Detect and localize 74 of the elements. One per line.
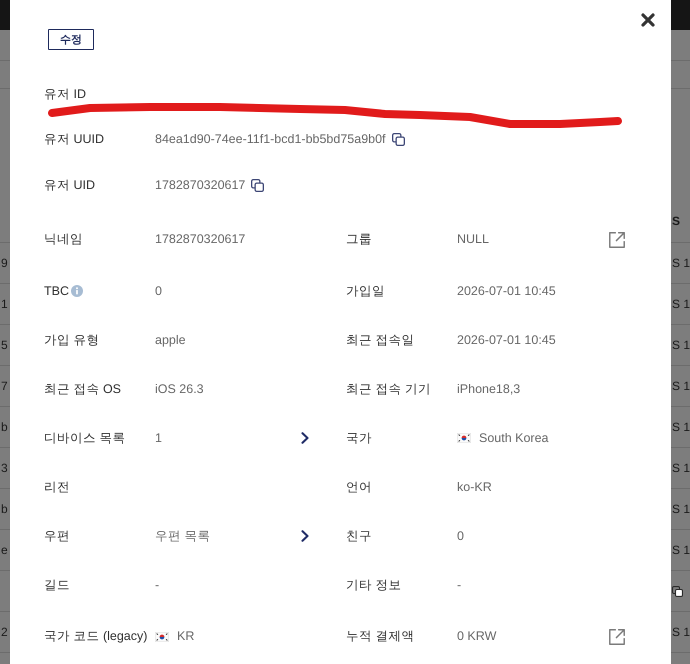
table-cell: S 1 bbox=[672, 502, 690, 516]
field-value: 1 bbox=[155, 430, 162, 447]
field-label: 가입 유형 bbox=[44, 332, 100, 349]
field-value: 0 KRW bbox=[457, 628, 496, 646]
field-label: 언어 bbox=[346, 478, 372, 496]
field-value: - bbox=[155, 576, 160, 594]
copy-button[interactable] bbox=[392, 133, 405, 146]
field-value: 0 bbox=[155, 282, 162, 300]
copy-icon bbox=[392, 133, 405, 146]
field-label: 가입일 bbox=[346, 282, 385, 300]
table-cell: S 1 bbox=[672, 297, 690, 311]
field-value: NULL bbox=[457, 231, 489, 248]
table-cell: S 1 bbox=[672, 420, 690, 434]
field-label: 국가 코드 (legacy) bbox=[44, 628, 148, 646]
field-value: - bbox=[457, 576, 462, 594]
close-icon bbox=[641, 13, 655, 27]
table-cell: S 1 bbox=[672, 256, 690, 270]
field-value: iOS 26.3 bbox=[155, 380, 204, 398]
chevron-right-icon bbox=[301, 530, 309, 542]
field-value: 2026-07-01 10:45 bbox=[457, 282, 556, 300]
close-button[interactable] bbox=[641, 13, 655, 27]
details-button[interactable] bbox=[301, 432, 309, 444]
field-label: 우편 bbox=[44, 528, 70, 545]
field-label: 최근 접속 기기 bbox=[346, 380, 431, 398]
field-value: South Korea bbox=[479, 430, 548, 447]
field-value: 84ea1d90-74ee-11f1-bcd1-bb5bd75a9b0f bbox=[155, 131, 386, 148]
field-label: 닉네임 bbox=[44, 231, 83, 248]
field-label: 유저 ID bbox=[44, 86, 86, 104]
field-value: 0 bbox=[457, 528, 464, 545]
edit-button[interactable]: 수정 bbox=[48, 29, 94, 50]
field-label: 최근 접속 OS bbox=[44, 380, 122, 398]
chevron-right-icon bbox=[301, 432, 309, 444]
table-cell: S 1 bbox=[672, 461, 690, 475]
table-cell: S 1 bbox=[672, 379, 690, 393]
table-cell: 2 bbox=[1, 625, 8, 639]
table-cell: 3 bbox=[1, 461, 8, 475]
table-cell: 1 bbox=[1, 297, 8, 311]
field-label: 디바이스 목록 bbox=[44, 430, 126, 447]
field-value: 1782870320617 bbox=[155, 231, 246, 248]
backdrop-header-bar bbox=[0, 0, 10, 30]
field-value: apple bbox=[155, 332, 186, 349]
field-label: 유저 UUID bbox=[44, 131, 104, 148]
table-cell: 7 bbox=[1, 379, 8, 393]
table-cell: S 1 bbox=[672, 625, 690, 639]
field-value: 1782870320617 bbox=[155, 176, 246, 194]
field-label: TBC bbox=[44, 282, 69, 300]
field-label: 리전 bbox=[44, 478, 70, 496]
field-value: KR bbox=[177, 628, 194, 646]
field-value: ko-KR bbox=[457, 478, 492, 496]
table-cell: S 1 bbox=[672, 338, 690, 352]
table-cell: 5 bbox=[1, 338, 8, 352]
field-value: iPhone18,3 bbox=[457, 380, 520, 398]
field-value: 2026-07-01 10:45 bbox=[457, 332, 556, 349]
field-label: 그룹 bbox=[346, 231, 372, 248]
field-label: 누적 결제액 bbox=[346, 628, 414, 646]
field-label: 친구 bbox=[346, 528, 372, 545]
copy-button[interactable] bbox=[251, 178, 264, 192]
copy-icon bbox=[251, 178, 264, 192]
column-header: S bbox=[672, 214, 680, 228]
table-cell: b bbox=[1, 420, 8, 434]
external-link-icon bbox=[609, 628, 625, 645]
field-label: 길드 bbox=[44, 576, 70, 594]
details-button[interactable] bbox=[301, 530, 309, 542]
table-cell: b bbox=[1, 502, 8, 516]
field-value: 우편 목록 bbox=[155, 528, 210, 545]
backdrop-header-bar bbox=[671, 0, 690, 30]
field-label: 유저 UID bbox=[44, 176, 95, 194]
field-label: 최근 접속일 bbox=[346, 332, 414, 349]
table-cell: S 1 bbox=[672, 543, 690, 557]
field-label: 기타 정보 bbox=[346, 576, 402, 594]
external-link-icon bbox=[609, 232, 625, 248]
table-cell: 9 bbox=[1, 256, 8, 270]
table-cell: e bbox=[1, 543, 8, 557]
field-label: 국가 bbox=[346, 430, 372, 447]
